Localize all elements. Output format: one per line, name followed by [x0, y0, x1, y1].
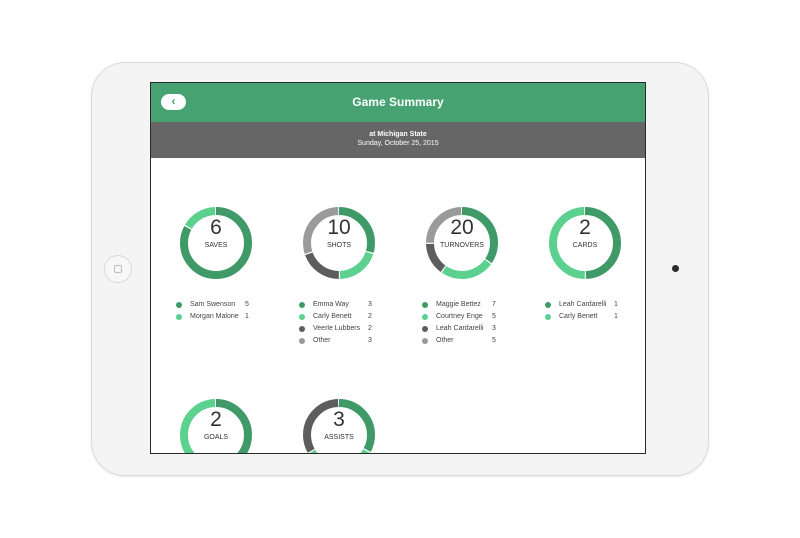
player-name: Carly Benett [559, 313, 598, 320]
donut-chart: 20 TURNOVERS [422, 203, 502, 283]
player-name: Sam Swenson [190, 301, 236, 308]
legend-item: Other 5 [422, 336, 542, 348]
legend-dot [299, 314, 305, 320]
player-count: 3 [368, 301, 372, 308]
legend-dot [545, 302, 551, 308]
legend-dot [299, 338, 305, 344]
player-name: Courtney Enge [436, 313, 483, 320]
legend-item: Emma Way 3 [299, 300, 419, 312]
game-info-bar: at Michigan State Sunday, October 25, 20… [151, 122, 645, 158]
camera-lens [672, 265, 679, 272]
player-name: Morgan Malone [190, 313, 239, 320]
page-title: Game Summary [352, 95, 444, 109]
player-count: 3 [492, 325, 496, 332]
player-count: 1 [245, 313, 249, 320]
player-count: 1 [614, 301, 618, 308]
stat-value: 20 [450, 216, 474, 239]
player-name: Leah Cardarelli [559, 301, 607, 308]
player-count: 1 [614, 313, 618, 320]
legend-item: Sam Swenson 5 [176, 300, 296, 312]
player-count: 2 [368, 313, 372, 320]
player-name: Leah Cardarelli [436, 325, 484, 332]
stat-value: 10 [327, 216, 351, 239]
stat-label: ASSISTS [324, 434, 354, 441]
stat-label: TURNOVERS [440, 242, 484, 249]
donut-chart: 2 CARDS [545, 203, 625, 283]
legend-item: Morgan Malone 1 [176, 312, 296, 324]
stat-value: 2 [210, 408, 222, 431]
legend-dot [422, 314, 428, 320]
player-name: Veerle Lubbers [313, 325, 361, 332]
stat-label: SAVES [204, 242, 228, 249]
legend-item: Courtney Enge 5 [422, 312, 542, 324]
app-screen: ‹ Game Summary at Michigan State Sunday,… [150, 82, 646, 454]
donut-chart: 2 GOALS [176, 395, 256, 453]
stat-value: 3 [333, 408, 345, 431]
player-count: 2 [368, 325, 372, 332]
donut-chart: 6 SAVES [176, 203, 256, 283]
player-legend: Maggie Bettez 7 Courtney Enge 5 Leah Car… [422, 300, 542, 348]
legend-item: Carly Benett 2 [299, 312, 419, 324]
legend-item: Maggie Bettez 7 [422, 300, 542, 312]
player-name: Emma Way [313, 301, 349, 308]
legend-dot [422, 302, 428, 308]
player-legend: Leah Cardarelli 1 Carly Benett 1 [545, 300, 645, 324]
player-count: 5 [492, 313, 496, 320]
legend-item: Carly Benett 1 [545, 312, 645, 324]
player-name: Carly Benett [313, 313, 352, 320]
stat-label: SHOTS [326, 242, 352, 249]
stat-value: 6 [210, 216, 222, 239]
legend-dot [422, 338, 428, 344]
legend-dot [545, 314, 551, 320]
player-name: Other [313, 337, 331, 344]
legend-item: Leah Cardarelli 3 [422, 324, 542, 336]
game-venue: at Michigan State [369, 131, 427, 138]
player-legend: Emma Way 3 Carly Benett 2 Veerle Lubbers… [299, 300, 419, 348]
stat-value: 2 [579, 216, 591, 239]
legend-item: Other 3 [299, 336, 419, 348]
donut-chart: 10 SHOTS [299, 203, 379, 283]
player-count: 5 [245, 301, 249, 308]
stat-label: CARDS [572, 242, 598, 249]
home-button[interactable] [104, 255, 132, 283]
donut-chart: 3 ASSISTS [299, 395, 379, 453]
nav-bar: ‹ Game Summary [151, 83, 645, 122]
player-count: 3 [368, 337, 372, 344]
home-square-icon [114, 265, 122, 273]
legend-item: Leah Cardarelli 1 [545, 300, 645, 312]
legend-dot [176, 302, 182, 308]
player-count: 5 [492, 337, 496, 344]
game-date: Sunday, October 25, 2015 [357, 140, 439, 147]
player-count: 7 [492, 301, 496, 308]
legend-dot [299, 302, 305, 308]
player-name: Other [436, 337, 454, 344]
player-legend: Sam Swenson 5 Morgan Malone 1 [176, 300, 296, 324]
legend-dot [176, 314, 182, 320]
legend-dot [299, 326, 305, 332]
legend-item: Veerle Lubbers 2 [299, 324, 419, 336]
player-name: Maggie Bettez [436, 301, 481, 308]
stat-label: GOALS [203, 434, 229, 441]
legend-dot [422, 326, 428, 332]
